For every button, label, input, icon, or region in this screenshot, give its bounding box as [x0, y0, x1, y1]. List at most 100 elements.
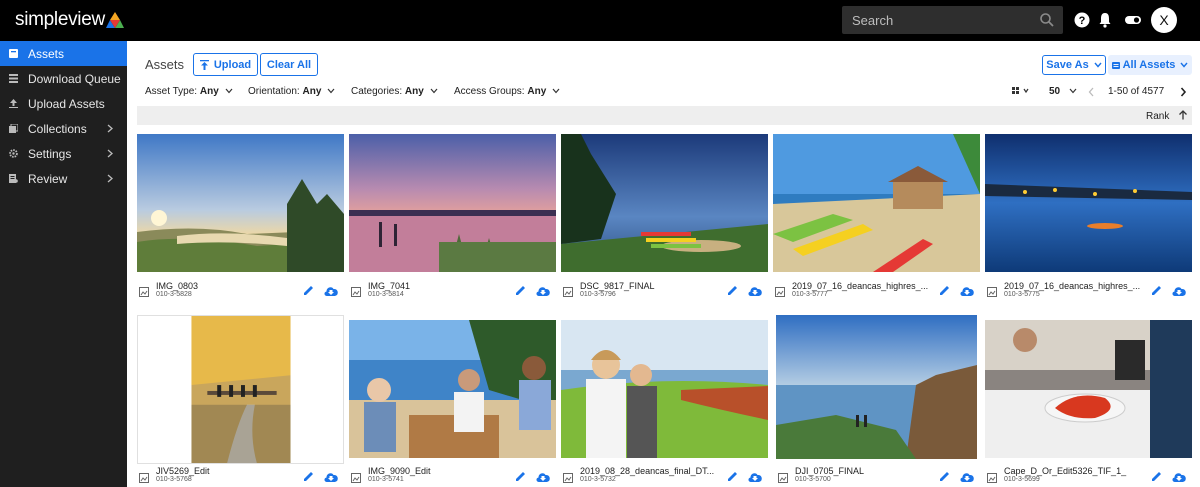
assets-icon [9, 49, 18, 58]
sidebar-item-label: Upload Assets [28, 97, 105, 111]
all-assets-label: All Assets [1122, 59, 1176, 71]
cloud-download-icon[interactable] [323, 470, 339, 483]
asset-thumbnail[interactable] [137, 134, 344, 272]
cloud-download-icon[interactable] [959, 470, 975, 483]
image-file-icon [139, 287, 149, 297]
sidebar-item-label: Download Queue [28, 72, 121, 86]
previous-page-icon[interactable] [1088, 87, 1095, 97]
sidebar-item-collections[interactable]: Collections [0, 116, 127, 141]
image-file-icon [351, 287, 361, 297]
filter-list-icon [1111, 61, 1120, 69]
asset-card[interactable]: Cape_D_Or_Edit5326_TIF_1_ 010-3-5699 [985, 320, 1192, 487]
filter-asset-type[interactable]: Asset Type: Any [145, 86, 233, 97]
top-bar: simpleview ? X [0, 0, 1200, 41]
asset-thumbnail[interactable] [561, 320, 768, 458]
page-size-select[interactable]: 50 [1049, 86, 1077, 97]
cloud-download-icon[interactable] [323, 284, 339, 297]
edit-pencil-icon[interactable] [1151, 470, 1163, 482]
edit-pencil-icon[interactable] [515, 470, 527, 482]
asset-card[interactable]: IMG_7041 010-3-5814 [349, 134, 556, 302]
cloud-download-icon[interactable] [959, 284, 975, 297]
filter-value: Any [302, 86, 322, 97]
asset-thumbnail[interactable] [349, 320, 556, 458]
notifications-bell-icon[interactable] [1096, 11, 1114, 29]
edit-pencil-icon[interactable] [303, 284, 315, 296]
filter-value: Any [404, 86, 424, 97]
asset-thumbnail[interactable] [985, 134, 1192, 272]
chevron-down-icon [430, 88, 438, 94]
asset-card[interactable]: DJI_0705_FINAL 010-3-5700 [776, 315, 983, 487]
sidebar-item-upload-assets[interactable]: Upload Assets [0, 91, 127, 116]
cloud-download-icon[interactable] [535, 284, 551, 297]
search-box [842, 6, 1063, 34]
search-input[interactable] [842, 6, 1032, 34]
asset-thumbnail[interactable] [349, 134, 556, 272]
edit-pencil-icon[interactable] [939, 470, 951, 482]
asset-card[interactable]: IMG_0803 010-3-5828 [137, 134, 344, 302]
clear-all-button[interactable]: Clear All [260, 53, 318, 76]
asset-card[interactable]: JIV5269_Edit 010-3-5768 [137, 315, 344, 487]
sidebar-item-assets[interactable]: Assets [0, 41, 127, 66]
edit-pencil-icon[interactable] [303, 470, 315, 482]
edit-pencil-icon[interactable] [727, 470, 739, 482]
cloud-download-icon[interactable] [747, 470, 763, 483]
cloud-download-icon[interactable] [1171, 284, 1187, 297]
logo-mark-icon [105, 12, 124, 28]
asset-card[interactable]: IMG_9090_Edit 010-3-5741 [349, 320, 556, 487]
search-icon[interactable] [1039, 12, 1055, 28]
help-icon[interactable]: ? [1073, 11, 1091, 29]
asset-card[interactable]: 2019_07_16_deancas_highres_... 010-3-577… [985, 134, 1192, 302]
filter-access-groups[interactable]: Access Groups: Any [454, 86, 560, 97]
asset-card[interactable]: DSC_9817_FINAL 010-3-5796 [561, 134, 768, 302]
image-file-icon [778, 473, 788, 483]
sort-label: Rank [1146, 111, 1170, 122]
edit-pencil-icon[interactable] [515, 284, 527, 296]
image-file-icon [351, 473, 361, 483]
edit-pencil-icon[interactable] [727, 284, 739, 296]
logo[interactable]: simpleview [15, 9, 124, 30]
all-assets-dropdown[interactable]: All Assets [1108, 55, 1192, 75]
image-file-icon [563, 287, 573, 297]
asset-name: IMG_7041 [368, 281, 411, 291]
chevron-down-icon [1094, 62, 1102, 68]
sidebar-item-settings[interactable]: Settings [0, 141, 127, 166]
sort-ascending-icon [1179, 110, 1188, 120]
filter-label: Access Groups: [454, 86, 525, 97]
cloud-download-icon[interactable] [1171, 470, 1187, 483]
asset-thumbnail[interactable] [137, 315, 344, 464]
chevron-right-icon [107, 124, 113, 133]
page-size-value: 50 [1049, 86, 1061, 97]
image-file-icon [987, 473, 997, 483]
asset-card[interactable]: 2019_07_16_deancas_highres_... 010-3-577… [773, 134, 980, 302]
user-avatar[interactable]: X [1151, 7, 1177, 33]
upload-button[interactable]: Upload [193, 53, 258, 76]
asset-thumbnail[interactable] [561, 134, 768, 272]
edit-pencil-icon[interactable] [1151, 284, 1163, 296]
asset-thumbnail[interactable] [776, 315, 977, 459]
logo-text: simpleview [15, 9, 105, 30]
cloud-download-icon[interactable] [747, 284, 763, 297]
sidebar-item-review[interactable]: Review [0, 166, 127, 191]
edit-pencil-icon[interactable] [939, 284, 951, 296]
asset-id: 010-3-5741 [368, 476, 404, 483]
sort-rank-button[interactable]: Rank [1146, 110, 1188, 122]
cloud-download-icon[interactable] [535, 470, 551, 483]
asset-card[interactable]: 2019_08_28_deancas_final_DT... 010-3-573… [561, 320, 768, 487]
asset-id: 010-3-5700 [795, 476, 831, 483]
filter-orientation[interactable]: Orientation: Any [248, 86, 335, 97]
asset-thumbnail[interactable] [773, 134, 980, 272]
sidebar-item-label: Settings [28, 147, 72, 161]
filter-categories[interactable]: Categories: Any [351, 86, 438, 97]
save-as-button[interactable]: Save As [1042, 55, 1106, 75]
view-toggle[interactable] [1012, 86, 1030, 99]
page-title: Assets [145, 57, 185, 72]
filter-value: Any [527, 86, 547, 97]
collections-icon [9, 124, 18, 133]
next-page-icon[interactable] [1180, 87, 1187, 97]
asset-thumbnail[interactable] [985, 320, 1192, 458]
toggle-icon[interactable] [1124, 11, 1142, 29]
sidebar-item-download-queue[interactable]: Download Queue [0, 66, 127, 91]
image-file-icon [775, 287, 785, 297]
asset-name: DSC_9817_FINAL [580, 281, 655, 291]
chevron-down-icon [552, 88, 560, 94]
